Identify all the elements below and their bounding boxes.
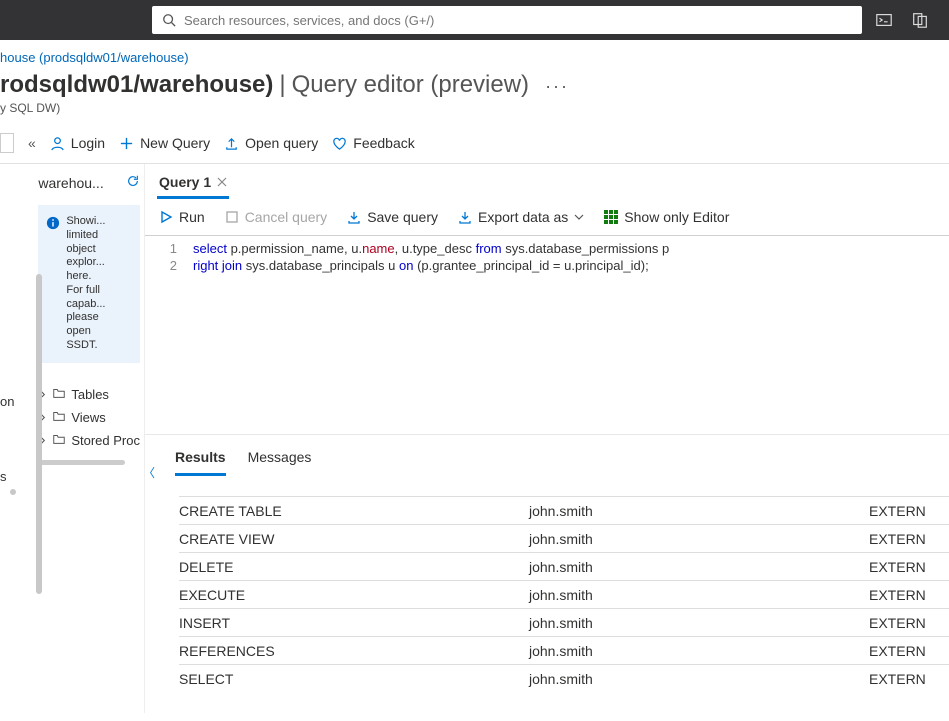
search-icon: [162, 13, 176, 27]
main-content: on s warehou... Showi... limited object …: [0, 164, 949, 713]
new-query-button[interactable]: New Query: [119, 135, 210, 151]
feedback-label: Feedback: [353, 135, 414, 151]
cloud-shell-icon[interactable]: [875, 11, 893, 29]
tree-views[interactable]: Views: [38, 406, 140, 429]
refresh-button[interactable]: [126, 174, 140, 191]
run-button[interactable]: Run: [159, 209, 205, 225]
results-table: CREATE TABLE john.smith EXTERN CREATE VI…: [145, 476, 949, 692]
command-bar: « Login New Query Open query Feedback: [0, 125, 949, 164]
page-title-sub: Query editor (preview): [292, 71, 529, 99]
info-icon: [46, 216, 60, 230]
vertical-scrollbar[interactable]: [36, 274, 42, 594]
info-text: Showi... limited object explor... here. …: [66, 215, 105, 353]
refresh-icon: [126, 174, 140, 188]
save-query-button[interactable]: Save query: [347, 209, 438, 225]
global-search[interactable]: [152, 6, 862, 34]
table-row[interactable]: INSERT john.smith EXTERN: [179, 608, 949, 636]
query-action-bar: Run Cancel query Save query Export data …: [145, 199, 949, 235]
table-row[interactable]: CREATE VIEW john.smith EXTERN: [179, 524, 949, 552]
tree-tables[interactable]: Tables: [38, 383, 140, 406]
tab-label: Query 1: [159, 174, 211, 190]
chevron-down-icon: [574, 212, 584, 222]
table-row[interactable]: SELECT john.smith EXTERN: [179, 664, 949, 692]
tree-views-label: Views: [71, 410, 105, 425]
query-tabs: Query 1: [145, 164, 949, 199]
left-nav-sliver: on s: [0, 164, 30, 713]
notifications-icon[interactable]: [911, 11, 929, 29]
run-label: Run: [179, 209, 205, 225]
object-explorer: warehou... Showi... limited object explo…: [30, 164, 145, 713]
open-query-button[interactable]: Open query: [224, 135, 318, 151]
upload-icon: [224, 136, 239, 151]
table-row[interactable]: REFERENCES john.smith EXTERN: [179, 636, 949, 664]
collapse-explorer-icon[interactable]: 〈: [143, 464, 155, 481]
save-label: Save query: [367, 209, 438, 225]
close-tab-button[interactable]: [217, 174, 227, 190]
collapse-icon[interactable]: «: [28, 135, 36, 151]
heart-icon: [332, 136, 347, 151]
cancel-query-button: Cancel query: [225, 209, 328, 225]
export-label: Export data as: [478, 209, 568, 225]
new-query-label: New Query: [140, 135, 210, 151]
code-content[interactable]: select p.permission_name, u.name, u.type…: [187, 236, 949, 434]
info-card: Showi... limited object explor... here. …: [38, 205, 140, 363]
show-only-editor-button[interactable]: Show only Editor: [604, 209, 729, 225]
sql-editor[interactable]: 1 2 select p.permission_name, u.name, u.…: [145, 235, 949, 435]
page-subtitle: y SQL DW): [0, 101, 949, 125]
tree-sprocs[interactable]: Stored Proc: [38, 429, 140, 452]
table-row[interactable]: EXECUTE john.smith EXTERN: [179, 580, 949, 608]
breadcrumb-link[interactable]: house (prodsqldw01/warehouse): [0, 50, 189, 65]
table-row[interactable]: DELETE john.smith EXTERN: [179, 552, 949, 580]
open-query-label: Open query: [245, 135, 318, 151]
login-label: Login: [71, 135, 105, 151]
show-editor-label: Show only Editor: [624, 209, 729, 225]
feedback-button[interactable]: Feedback: [332, 135, 414, 151]
nav-item-trunc-1[interactable]: on: [0, 394, 14, 409]
cancel-label: Cancel query: [245, 209, 328, 225]
horizontal-scrollbar[interactable]: [40, 460, 125, 465]
db-name-label: warehou...: [38, 175, 103, 191]
export-data-button[interactable]: Export data as: [458, 209, 584, 225]
table-row[interactable]: CREATE TABLE john.smith EXTERN: [179, 496, 949, 524]
page-title-row: rodsqldw01/warehouse) | Query editor (pr…: [0, 69, 949, 101]
tree-sprocs-label: Stored Proc: [71, 433, 140, 448]
page-title-main: rodsqldw01/warehouse): [0, 71, 273, 99]
folder-icon: [52, 409, 66, 423]
more-icon[interactable]: ···: [535, 76, 569, 97]
close-icon: [217, 177, 227, 187]
grid-icon: [604, 210, 618, 224]
tree-tables-label: Tables: [71, 387, 109, 402]
results-tabs: Results Messages: [145, 435, 949, 476]
tab-query-1[interactable]: Query 1: [157, 170, 229, 199]
play-icon: [159, 210, 173, 224]
editor-panel: 〈 Query 1 Run Cancel query Save query: [145, 164, 949, 713]
person-icon: [50, 136, 65, 151]
login-button[interactable]: Login: [50, 135, 105, 151]
download-icon: [458, 210, 472, 224]
nav-item-trunc-2[interactable]: s: [0, 469, 14, 484]
stop-icon: [225, 210, 239, 224]
folder-icon: [52, 432, 66, 446]
breadcrumb: house (prodsqldw01/warehouse): [0, 40, 949, 69]
download-icon: [347, 210, 361, 224]
pin-placeholder[interactable]: [0, 133, 14, 153]
search-input[interactable]: [184, 13, 852, 28]
tab-results[interactable]: Results: [175, 449, 226, 476]
plus-icon: [119, 136, 134, 151]
page-title-sep: |: [279, 71, 285, 99]
top-bar: [0, 0, 949, 40]
tab-messages[interactable]: Messages: [248, 449, 312, 476]
folder-icon: [52, 386, 66, 400]
line-gutter: 1 2: [145, 236, 187, 434]
